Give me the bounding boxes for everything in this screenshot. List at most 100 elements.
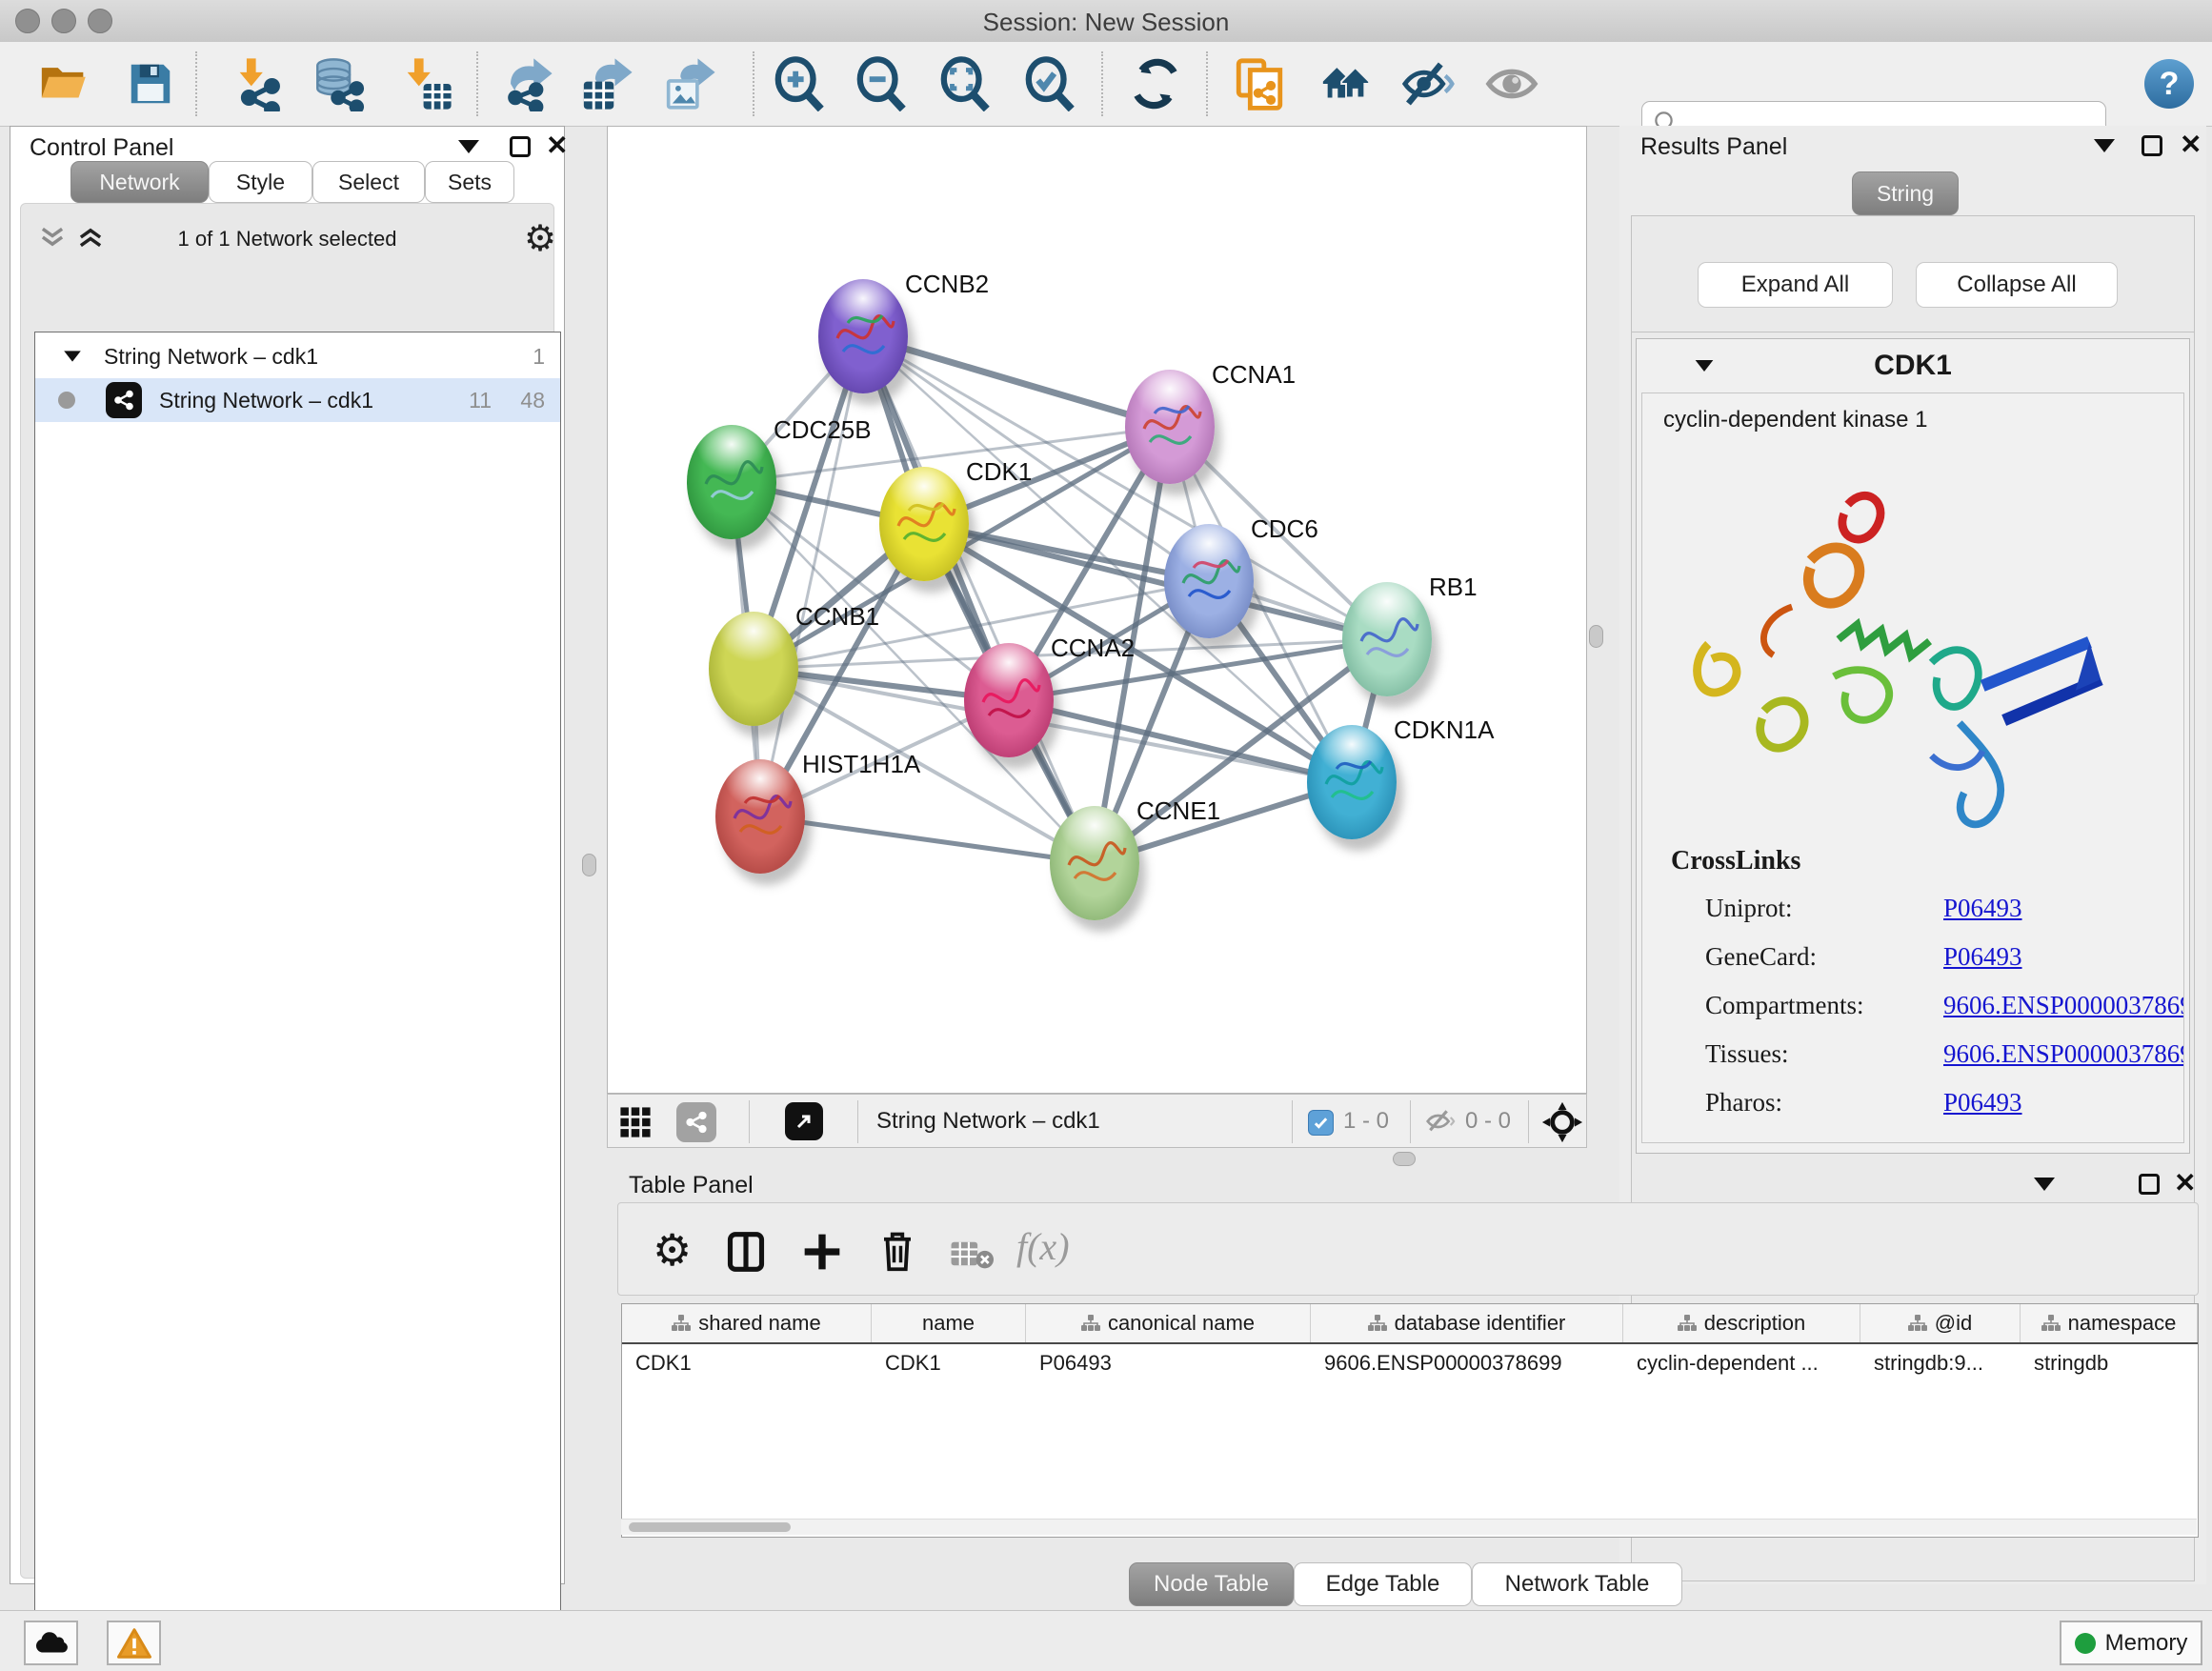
close-panel-icon[interactable]: ✕ <box>546 134 568 157</box>
network-node-CCNA2[interactable] <box>964 643 1054 757</box>
scrollbar-thumb[interactable] <box>629 1522 791 1532</box>
tab-select[interactable]: Select <box>312 161 425 203</box>
network-collection-row[interactable]: String Network – cdk1 1 <box>35 334 560 378</box>
table-cell[interactable]: CDK1 <box>622 1344 872 1382</box>
neighbors-icon[interactable] <box>1316 53 1377 114</box>
network-node-CCNA1[interactable] <box>1125 370 1215 484</box>
birdseye-view-icon[interactable] <box>619 1106 652 1143</box>
open-icon[interactable] <box>34 53 95 114</box>
show-columns-icon[interactable] <box>725 1230 767 1278</box>
network-tab-content: 1 of 1 Network selected ⚙ String Network… <box>20 203 554 1579</box>
duplicate-network-icon[interactable] <box>1229 53 1290 114</box>
right-splitter-handle[interactable] <box>1589 625 1603 648</box>
gene-section-header[interactable]: CDK1 <box>1637 339 2189 393</box>
column-header-database-identifier[interactable]: database identifier <box>1311 1304 1623 1342</box>
help-icon[interactable]: ? <box>2139 53 2200 114</box>
panel-menu-icon[interactable] <box>2034 1178 2055 1191</box>
column-header-description[interactable]: description <box>1623 1304 1860 1342</box>
tab-edge-table[interactable]: Edge Table <box>1294 1562 1472 1606</box>
crosslink-row: Tissues:9606.ENSP00000378699 <box>1705 1030 2183 1078</box>
close-panel-icon[interactable]: ✕ <box>2180 133 2202 156</box>
share-network-icon[interactable] <box>676 1102 716 1142</box>
network-node-CDKN1A[interactable] <box>1307 725 1397 839</box>
export-table-icon[interactable] <box>576 53 637 114</box>
table-cell[interactable]: P06493 <box>1026 1344 1311 1382</box>
network-node-CCNB1[interactable] <box>709 612 798 726</box>
delete-column-icon[interactable] <box>877 1228 917 1278</box>
column-label: namespace <box>2068 1311 2177 1336</box>
crosslink-link[interactable]: 9606.ENSP00000378699 <box>1943 991 2184 1019</box>
crosslink-link[interactable]: P06493 <box>1943 894 2022 922</box>
export-image-icon[interactable] <box>659 53 720 114</box>
network-edge-HIST1H1A-CCNE1[interactable] <box>760 816 1095 863</box>
network-node-HIST1H1A[interactable] <box>715 759 805 874</box>
cloud-button[interactable] <box>24 1621 78 1665</box>
show-all-icon[interactable] <box>1481 53 1542 114</box>
table-cell[interactable]: CDK1 <box>872 1344 1026 1382</box>
float-panel-icon[interactable] <box>2139 1174 2160 1195</box>
network-view[interactable]: CCNB2CCNA1CDC25BCDK1CDC6RB1CCNB1CCNA2CDK… <box>607 126 1587 1094</box>
float-panel-icon[interactable] <box>2142 135 2162 156</box>
column-header--id[interactable]: @id <box>1860 1304 2021 1342</box>
network-node-CCNE1[interactable] <box>1050 806 1139 920</box>
tab-string[interactable]: String <box>1852 171 1959 215</box>
network-node-CDC25B[interactable] <box>687 425 776 539</box>
table-cell[interactable]: stringdb <box>2021 1344 2198 1382</box>
panel-menu-icon[interactable] <box>458 140 479 153</box>
refresh-icon[interactable] <box>1125 53 1186 114</box>
hidden-eye-icon[interactable] <box>1423 1106 1458 1141</box>
add-column-icon[interactable] <box>801 1230 843 1278</box>
import-table-icon[interactable] <box>395 53 456 114</box>
panel-menu-icon[interactable] <box>2094 139 2115 152</box>
selected-nodes-checkbox[interactable] <box>1308 1110 1334 1136</box>
import-network-icon[interactable] <box>228 53 289 114</box>
warning-button[interactable] <box>107 1621 161 1665</box>
column-label: @id <box>1935 1311 1972 1336</box>
save-icon[interactable] <box>120 53 181 114</box>
fit-content-crosshair-icon[interactable] <box>1541 1101 1583 1148</box>
tab-node-table[interactable]: Node Table <box>1129 1562 1294 1606</box>
column-header-namespace[interactable]: namespace <box>2021 1304 2198 1342</box>
import-database-icon[interactable] <box>308 53 369 114</box>
tab-network[interactable]: Network <box>70 161 209 203</box>
collection-expander-icon[interactable] <box>64 351 81 361</box>
network-edge-CCNB2-HIST1H1A[interactable] <box>760 336 863 816</box>
crosslink-link[interactable]: P06493 <box>1943 1088 2022 1117</box>
table-cell[interactable]: 9606.ENSP00000378699 <box>1311 1344 1623 1382</box>
zoom-in-icon[interactable] <box>770 53 831 114</box>
float-panel-icon[interactable] <box>510 136 531 157</box>
horizontal-scrollbar[interactable] <box>621 1519 2197 1535</box>
expand-all-button[interactable]: Expand All <box>1698 262 1893 308</box>
network-node-CDC6[interactable] <box>1164 524 1254 638</box>
column-header-shared-name[interactable]: shared name <box>622 1304 872 1342</box>
crosslink-link[interactable]: P06493 <box>1943 942 2022 971</box>
hide-selected-icon[interactable] <box>1398 53 1458 114</box>
tab-sets[interactable]: Sets <box>425 161 514 203</box>
network-node-RB1[interactable] <box>1342 582 1432 696</box>
network-node-CDK1[interactable] <box>879 467 969 581</box>
close-panel-icon[interactable]: ✕ <box>2174 1172 2196 1195</box>
column-header-name[interactable]: name <box>872 1304 1026 1342</box>
network-edge-CCNB2-CCNA1[interactable] <box>863 336 1170 427</box>
zoom-out-icon[interactable] <box>852 53 913 114</box>
zoom-fit-icon[interactable] <box>935 53 996 114</box>
tab-network-table[interactable]: Network Table <box>1472 1562 1682 1606</box>
network-options-gear-icon[interactable]: ⚙ <box>524 217 556 260</box>
open-in-browser-icon[interactable] <box>785 1102 823 1140</box>
table-cell[interactable]: stringdb:9... <box>1860 1344 2021 1382</box>
table-row[interactable]: CDK1CDK1P064939606.ENSP00000378699cyclin… <box>622 1344 2198 1382</box>
collapse-section-icon[interactable] <box>1696 360 1714 372</box>
network-edge-CCNB2-CCNE1[interactable] <box>863 336 1095 863</box>
left-splitter-handle[interactable] <box>582 854 596 876</box>
memory-button[interactable]: Memory <box>2060 1621 2202 1665</box>
network-node-CCNB2[interactable] <box>818 279 908 393</box>
network-row[interactable]: String Network – cdk1 11 48 <box>35 378 560 422</box>
table-cell[interactable]: cyclin-dependent ... <box>1623 1344 1860 1382</box>
table-options-gear-icon[interactable]: ⚙ <box>653 1224 692 1276</box>
column-header-canonical-name[interactable]: canonical name <box>1026 1304 1311 1342</box>
crosslink-link[interactable]: 9606.ENSP00000378699 <box>1943 1039 2184 1068</box>
collapse-all-button[interactable]: Collapse All <box>1916 262 2118 308</box>
export-network-icon[interactable] <box>496 53 557 114</box>
tab-style[interactable]: Style <box>209 161 312 203</box>
zoom-selected-icon[interactable] <box>1020 53 1081 114</box>
